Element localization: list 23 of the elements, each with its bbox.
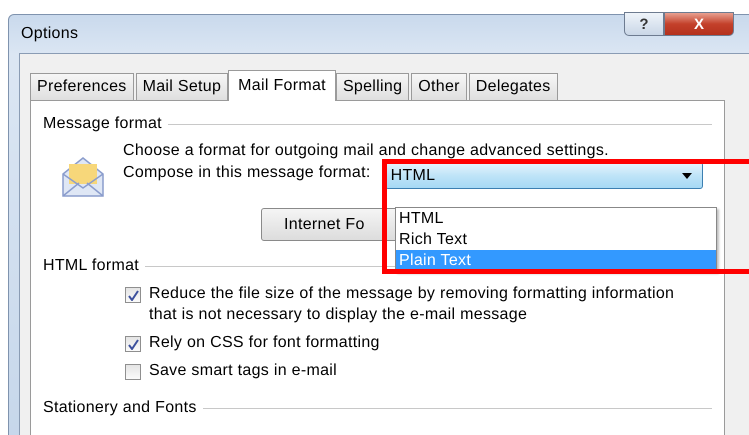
tab[interactable]: Other — [411, 73, 467, 100]
tab[interactable]: Spelling — [336, 73, 410, 100]
format-dropdown[interactable]: HTML — [384, 162, 703, 189]
window-title: Options — [21, 25, 78, 43]
checkbox-label: Rely on CSS for font formatting — [149, 333, 381, 353]
section-heading: Message format — [43, 115, 162, 133]
help-button[interactable]: ? — [624, 12, 664, 36]
checkbox[interactable] — [125, 336, 141, 352]
checkbox[interactable] — [125, 364, 141, 380]
section-heading: Stationery and Fonts — [43, 399, 197, 417]
envelope-icon — [61, 156, 105, 198]
section-heading: HTML format — [43, 257, 140, 275]
tab[interactable]: Mail Setup — [136, 73, 228, 100]
description-text: Choose a format for outgoing mail and change advanced settings. — [123, 142, 610, 160]
checkbox[interactable] — [125, 287, 141, 303]
tab[interactable]: Mail Format — [228, 70, 336, 101]
compose-label: Compose in this message format: — [123, 164, 371, 182]
checkbox-label: Save smart tags in e-mail — [149, 361, 338, 381]
tab[interactable]: Delegates — [468, 73, 558, 100]
checkbox-label: Reduce the file size of the message by removing formatting information that is not necessary to display the e-mail message — [149, 284, 676, 325]
close-button[interactable]: X — [664, 12, 734, 36]
tab[interactable]: Preferences — [30, 73, 134, 100]
caret-icon — [682, 172, 692, 178]
